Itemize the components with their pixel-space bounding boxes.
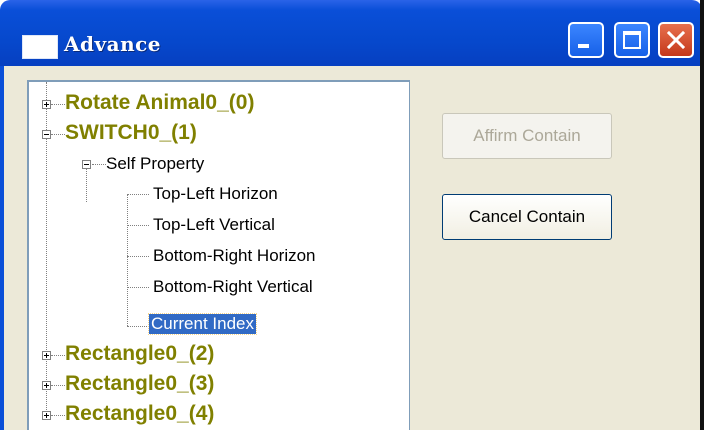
- advance-window: Advance Rotate Animal0_(0) SWITCH0_(1) S…: [0, 0, 704, 430]
- tree-line: [92, 164, 106, 165]
- tree-line: [51, 134, 65, 135]
- minimize-icon: [578, 44, 589, 48]
- tree-line: [127, 256, 149, 257]
- tree-node-rectangle-4[interactable]: Rectangle0_(4): [65, 402, 214, 426]
- tree-line: [51, 355, 65, 356]
- tree-line: [51, 415, 65, 416]
- expand-icon[interactable]: [42, 351, 51, 360]
- tree-line: [127, 287, 149, 288]
- tree-line: [127, 194, 149, 195]
- expand-icon[interactable]: [42, 100, 51, 109]
- tree-node-rectangle-3[interactable]: Rectangle0_(3): [65, 372, 214, 396]
- collapse-icon[interactable]: [42, 130, 51, 139]
- property-tree[interactable]: Rotate Animal0_(0) SWITCH0_(1) Self Prop…: [27, 80, 410, 430]
- tree-line: [127, 194, 128, 326]
- affirm-contain-button[interactable]: Affirm Contain: [442, 113, 612, 159]
- close-button[interactable]: [658, 22, 694, 58]
- tree-node-bottom-right-vertical[interactable]: Bottom-Right Vertical: [153, 277, 313, 297]
- tree-node-top-left-vertical[interactable]: Top-Left Vertical: [153, 215, 275, 235]
- tree-node-switch[interactable]: SWITCH0_(1): [65, 121, 197, 145]
- expand-icon[interactable]: [42, 411, 51, 420]
- tree-node-current-index[interactable]: Current Index: [148, 313, 257, 335]
- tree-line: [127, 225, 149, 226]
- close-icon: [667, 31, 685, 49]
- collapse-icon[interactable]: [82, 160, 91, 169]
- maximize-icon: [623, 31, 641, 49]
- maximize-button[interactable]: [614, 22, 650, 58]
- window-edge: [700, 0, 704, 430]
- expand-icon[interactable]: [42, 381, 51, 390]
- window-app-icon: [22, 35, 58, 59]
- window-title: Advance: [64, 32, 162, 56]
- tree-node-top-left-horizon[interactable]: Top-Left Horizon: [153, 184, 278, 204]
- minimize-button[interactable]: [568, 22, 604, 58]
- tree-node-rotate-animal[interactable]: Rotate Animal0_(0): [65, 91, 254, 115]
- cancel-contain-button[interactable]: Cancel Contain: [442, 194, 612, 240]
- tree-line: [127, 326, 149, 327]
- tree-node-bottom-right-horizon[interactable]: Bottom-Right Horizon: [153, 246, 316, 266]
- tree-node-rectangle-2[interactable]: Rectangle0_(2): [65, 342, 214, 366]
- tree-line: [51, 104, 65, 105]
- tree-node-self-property[interactable]: Self Property: [106, 154, 204, 174]
- tree-line: [51, 385, 65, 386]
- tree-line: [86, 164, 87, 202]
